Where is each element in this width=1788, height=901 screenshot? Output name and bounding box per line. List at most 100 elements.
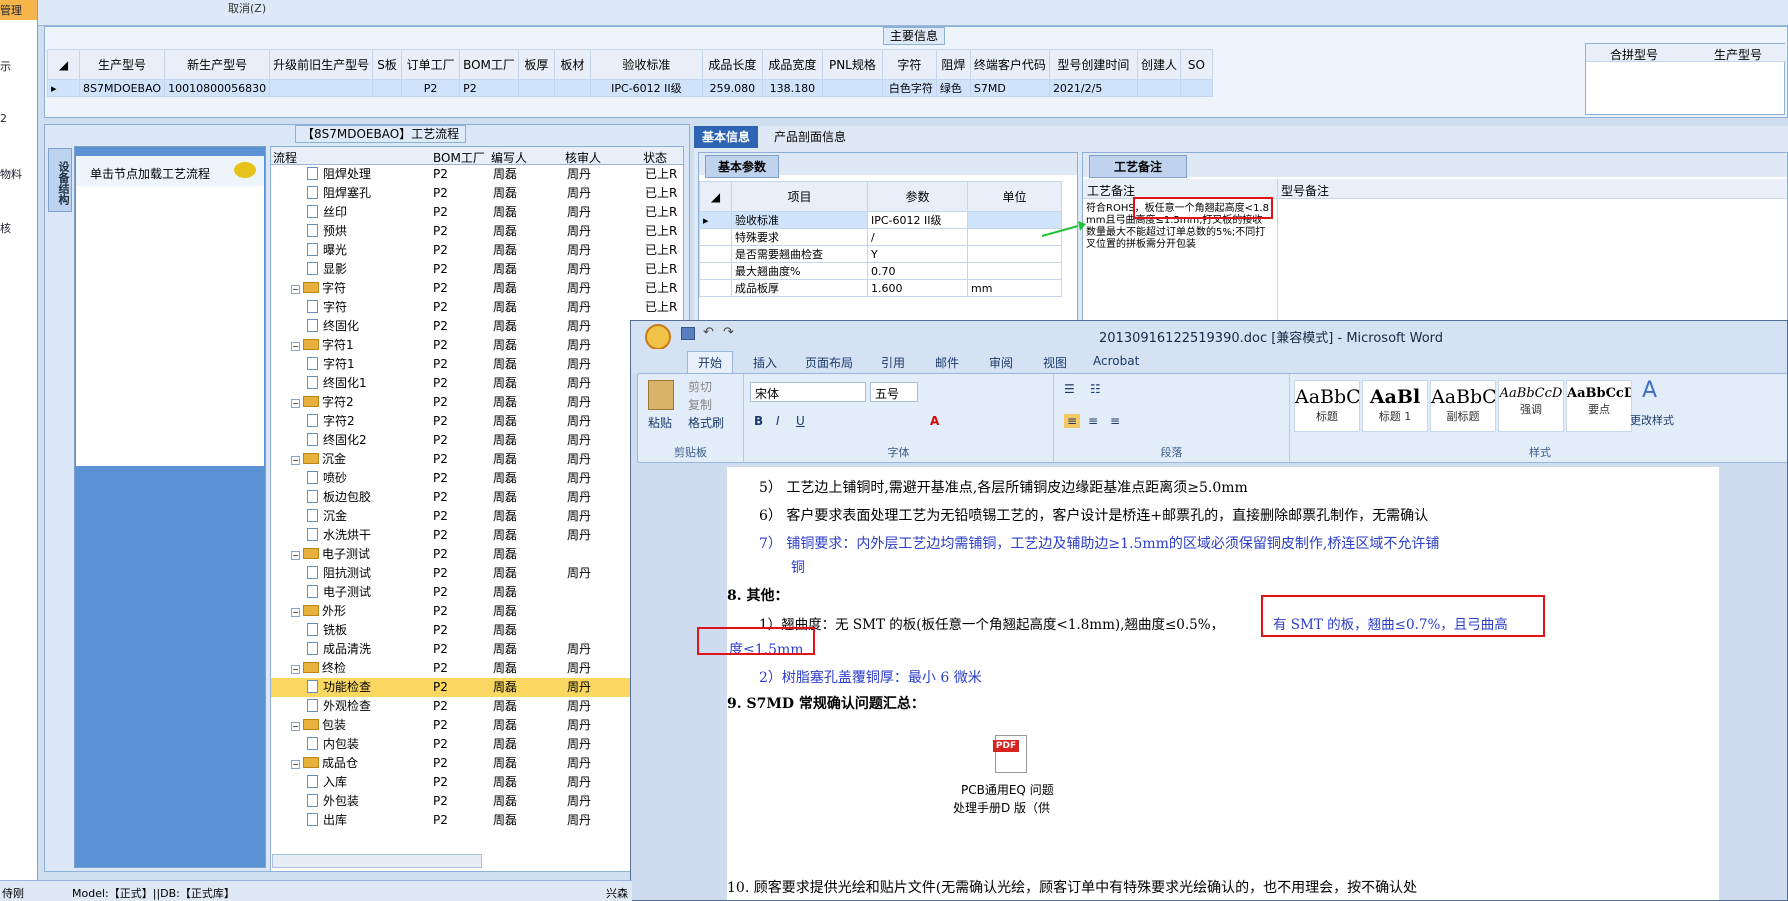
- tree-row[interactable]: 字符2P2周磊周丹已上R: [271, 412, 683, 431]
- tree-row[interactable]: − 字符 P2 周磊 周丹 已上R: [271, 279, 683, 298]
- tab-review[interactable]: 审阅: [989, 354, 1013, 371]
- tree-node[interactable]: 曝光: [307, 241, 347, 260]
- cell[interactable]: 8S7MDOEBAO: [78, 79, 166, 97]
- tree-row[interactable]: 铣板P2周磊已上R: [271, 621, 683, 640]
- tree-row[interactable]: 终固化P2周磊周丹已上R: [271, 317, 683, 336]
- tree-node[interactable]: 出库: [307, 811, 347, 830]
- tree-row[interactable]: −包装P2周磊周丹已上R: [271, 716, 683, 735]
- align-left-icon[interactable]: ≡: [1064, 414, 1081, 428]
- nav-item[interactable]: 示: [0, 58, 11, 74]
- tree-node[interactable]: − 字符2: [291, 393, 354, 412]
- collapse-icon[interactable]: −: [291, 456, 300, 465]
- align-center-icon[interactable]: ≡: [1088, 414, 1098, 428]
- tree-node[interactable]: 终固化2: [307, 431, 367, 450]
- tree-row[interactable]: −外形P2周磊已上R: [271, 602, 683, 621]
- col-header[interactable]: PNL规格: [821, 49, 883, 80]
- cell[interactable]: 2021/2/5: [1048, 79, 1138, 97]
- tree-row[interactable]: 终固化1P2周磊周丹已上R: [271, 374, 683, 393]
- tab-mailings[interactable]: 邮件: [935, 354, 959, 371]
- tree-node[interactable]: − 外形: [291, 602, 346, 621]
- tree-node[interactable]: 终固化: [307, 317, 359, 336]
- numbering-icon[interactable]: ☷: [1090, 382, 1101, 396]
- word-document-page[interactable]: 5） 工艺边上铺铜时,需避开基准点,各层所铺铜皮边缘距基准点距离须≥5.0mm …: [697, 467, 1719, 900]
- col-header[interactable]: 阻焊: [935, 49, 971, 80]
- tree-node[interactable]: 字符1: [307, 355, 355, 374]
- tree-row[interactable]: 字符1P2周磊周丹已上R: [271, 355, 683, 374]
- col-header[interactable]: 型号备注: [1281, 182, 1329, 199]
- cell[interactable]: S7MD: [969, 79, 1050, 97]
- tab-basic-info[interactable]: 基本信息: [694, 126, 759, 148]
- tree-row[interactable]: 功能检查P2周磊周丹已上R: [271, 678, 683, 697]
- office-button-icon[interactable]: [645, 324, 671, 350]
- tree-node[interactable]: 内包装: [307, 735, 359, 754]
- cell[interactable]: [553, 79, 591, 97]
- tree-row[interactable]: 内包装P2周磊周丹已上R: [271, 735, 683, 754]
- cell[interactable]: 259.080: [701, 79, 763, 97]
- col-header[interactable]: 成品长度: [701, 49, 763, 80]
- font-size-select[interactable]: 五号: [870, 382, 918, 402]
- change-styles-icon[interactable]: A: [1642, 378, 1657, 403]
- col-header[interactable]: 新生产型号: [164, 49, 271, 80]
- tab-process-note[interactable]: 工艺备注: [1089, 155, 1188, 178]
- cell[interactable]: 138.180: [761, 79, 823, 97]
- tree-node[interactable]: 终固化1: [307, 374, 367, 393]
- tree-row[interactable]: 水洗烘干P2周磊周丹已上R: [271, 526, 683, 545]
- collapse-icon[interactable]: −: [291, 285, 300, 294]
- tree-row[interactable]: 外观检查P2周磊周丹已上R: [271, 697, 683, 716]
- cell[interactable]: IPC-6012 II级: [867, 211, 968, 229]
- tree-row[interactable]: 预烘 P2 周磊 周丹 已上R: [271, 222, 683, 241]
- font-color-icon[interactable]: A: [930, 414, 939, 428]
- pdf-icon[interactable]: PDF: [993, 735, 1027, 773]
- redo-icon[interactable]: ↷: [723, 325, 734, 340]
- collapse-icon[interactable]: −: [291, 551, 300, 560]
- tree-row[interactable]: 阻焊塞孔 P2 周磊 周丹 已上R: [271, 184, 683, 203]
- cell[interactable]: 验收标准: [731, 211, 868, 229]
- tree-node[interactable]: 外包装: [307, 792, 359, 811]
- cell[interactable]: 最大翘曲度%: [731, 262, 868, 280]
- tree-row[interactable]: 阻抗测试P2周磊周丹已上R: [271, 564, 683, 583]
- tree-node[interactable]: − 包装: [291, 716, 346, 735]
- col-header[interactable]: 型号创建时间: [1048, 49, 1138, 80]
- tree-node[interactable]: 丝印: [307, 203, 347, 222]
- tree-node[interactable]: 预烘: [307, 222, 347, 241]
- tree-row[interactable]: −字符1P2周磊周丹已上R: [271, 336, 683, 355]
- cell[interactable]: /: [867, 228, 968, 246]
- paste-icon[interactable]: [648, 380, 674, 410]
- col-header[interactable]: 编写人: [491, 149, 527, 166]
- cell[interactable]: 1.600: [867, 279, 968, 297]
- cut-button[interactable]: 剪切: [688, 378, 712, 395]
- cell[interactable]: [821, 79, 883, 97]
- bullets-icon[interactable]: ☰: [1064, 382, 1075, 396]
- tree-node[interactable]: − 电子测试: [291, 545, 370, 564]
- cell[interactable]: 白色字符: [881, 79, 937, 97]
- col-header[interactable]: BOM工厂: [459, 49, 519, 80]
- table-row[interactable]: 成品板厚 1.600 mm: [699, 279, 1062, 297]
- tree-node[interactable]: − 成品仓: [291, 754, 358, 773]
- style-heading1[interactable]: AaBl 标题 1: [1362, 380, 1428, 432]
- save-icon[interactable]: [681, 327, 695, 340]
- collapse-icon[interactable]: −: [291, 399, 300, 408]
- collapse-icon[interactable]: −: [291, 342, 300, 351]
- paste-button[interactable]: 粘贴: [648, 414, 672, 431]
- style-strong[interactable]: AaBbCcD 要点: [1566, 380, 1632, 432]
- table-row[interactable]: 最大翘曲度% 0.70: [699, 262, 1062, 280]
- cell[interactable]: 是否需要翘曲检查: [731, 245, 868, 263]
- align-right-icon[interactable]: ≡: [1110, 414, 1120, 428]
- cell[interactable]: [269, 79, 374, 97]
- tree-node[interactable]: 阻焊塞孔: [307, 184, 371, 203]
- col-header[interactable]: 项目: [731, 181, 868, 212]
- cell[interactable]: P2: [401, 79, 461, 97]
- format-painter-button[interactable]: 格式刷: [688, 414, 724, 431]
- cell[interactable]: 成品板厚: [731, 279, 868, 297]
- tree-row[interactable]: 成品清洗P2周磊周丹已上R: [271, 640, 683, 659]
- cell[interactable]: [1136, 79, 1181, 97]
- pdf-label[interactable]: 处理手册D 版（供: [953, 799, 1050, 816]
- tree-node[interactable]: 功能检查: [307, 678, 371, 697]
- tab-insert[interactable]: 插入: [753, 354, 777, 371]
- col-header[interactable]: 参数: [867, 181, 968, 212]
- tab-acrobat[interactable]: Acrobat: [1093, 354, 1139, 368]
- table-row[interactable]: ▸ 8S7MDOEBAO 10010800056830 P2 P2 IPC-60…: [47, 79, 1213, 97]
- col-header[interactable]: 工艺备注: [1087, 182, 1135, 199]
- pdf-label[interactable]: PCB通用EQ 问题: [961, 781, 1054, 798]
- tab-product-profile[interactable]: 产品剖面信息: [766, 126, 854, 148]
